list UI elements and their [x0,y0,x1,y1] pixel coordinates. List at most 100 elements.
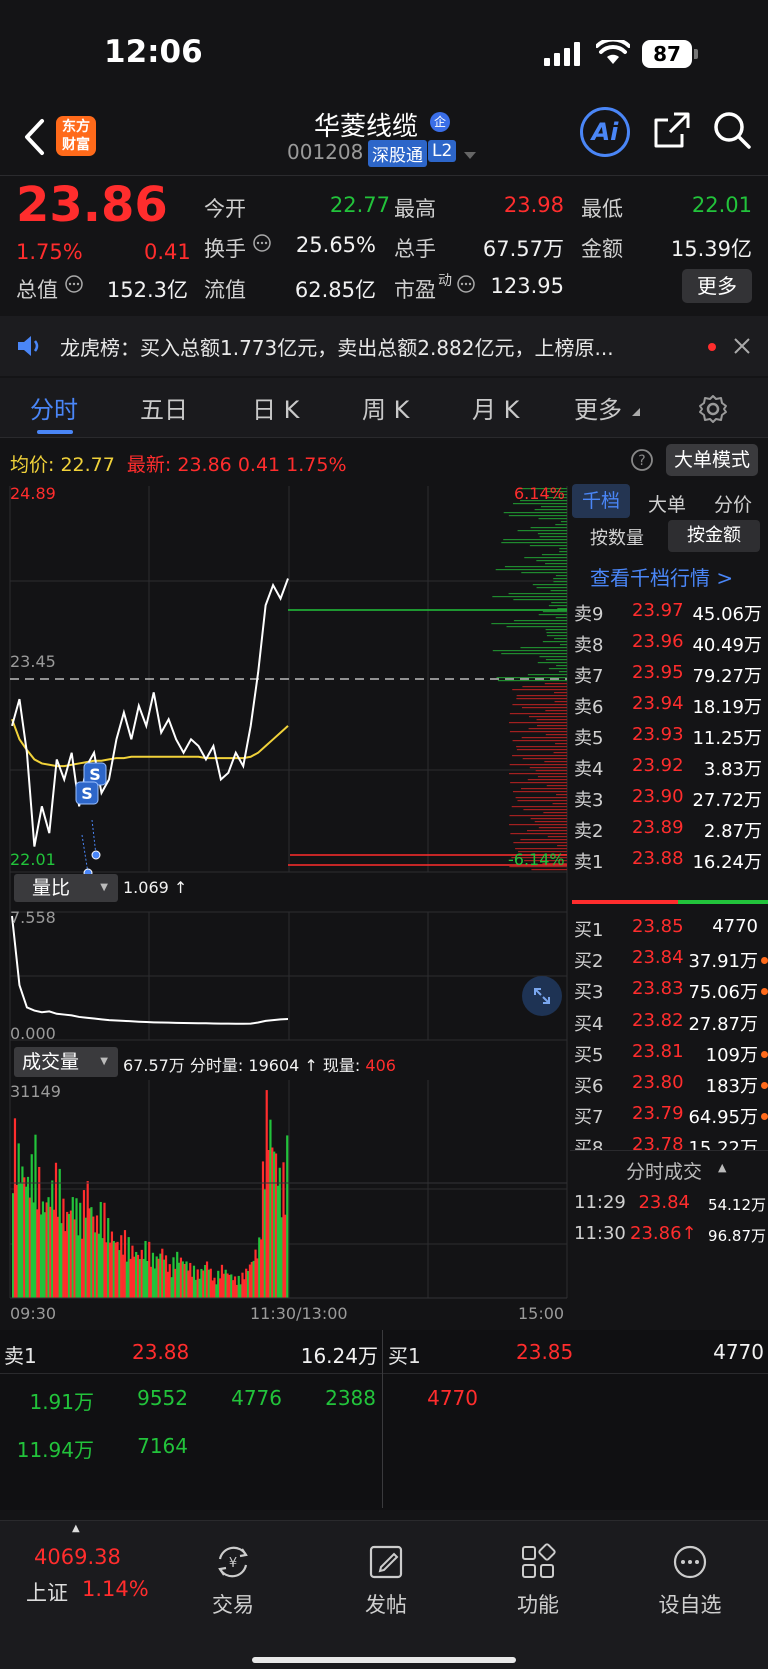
buy-level-price: 23.79 [632,1103,684,1125]
share-icon[interactable] [652,110,692,150]
buy-level-label: 买4 [574,1013,604,1035]
buy-level-label: 买7 [574,1107,604,1129]
pe-value: 123.95 [490,274,564,298]
tab-monthly-k[interactable]: 月 K [472,390,519,425]
battery-level: 87 [653,42,681,66]
search-icon[interactable] [712,110,752,150]
ratio-selector[interactable]: 量比 ▼ [14,874,118,902]
buy1-price: 23.85 [516,1340,574,1364]
depth-bar [509,713,567,715]
depth-bar [509,764,567,766]
buy-level-row[interactable]: 买3 23.83 75.06万 [572,976,768,1006]
nav-post[interactable]: 发帖 [326,1531,446,1619]
more-button[interactable]: 更多 [682,269,752,303]
depth-bar [517,800,567,802]
tab-five-day[interactable]: 五日 [140,390,188,425]
tab-daily-k[interactable]: 日 K [252,390,299,425]
depth-bar [555,524,567,526]
sell-order: 2388 [325,1386,376,1410]
buy-level-price: 23.82 [632,1009,684,1031]
back-icon[interactable] [22,118,46,156]
nav-post-label: 发帖 [365,1593,407,1617]
trade-price: 23.86↑ [630,1223,697,1244]
nav-functions-label: 功能 [517,1593,559,1617]
depth-bar [537,533,567,535]
ai-button[interactable]: Ai [580,107,630,157]
depth-bar [546,635,567,637]
buy-level-row[interactable]: 买1 23.85 4770 [572,914,768,944]
level2-tag: L2 [428,140,457,162]
price-axis-high: 24.89 [10,484,56,503]
buy-level-price: 23.85 [632,916,684,937]
avg-value: 22.77 [60,454,115,476]
depth-bar [501,542,567,544]
depth-bar [492,596,567,598]
big-order-mode-button[interactable]: 大单模式 [666,444,758,476]
volume-bar [286,1135,289,1298]
nav-trade[interactable]: ¥ 交易 [173,1531,293,1619]
sell-marker-letter: S [89,765,101,784]
connect-tag: 深股通 [368,140,427,167]
unread-dot [708,343,716,351]
buy-order: 4770 [427,1386,478,1410]
depth-bar [526,830,567,832]
high-value: 23.98 [503,193,564,217]
large-order-dot [761,1082,768,1089]
depth-bar [501,653,567,655]
depth-bar [552,803,567,805]
tab-weekly-k[interactable]: 周 K [362,390,409,425]
svg-text:¥: ¥ [229,1556,237,1571]
large-order-dot [761,957,768,965]
volume-selector[interactable]: 成交量 ▼ [14,1047,118,1077]
close-icon[interactable] [734,338,750,354]
buy-level-row[interactable]: 买4 23.82 27.87万 [572,1008,768,1038]
nav-functions[interactable]: 功能 [478,1531,598,1619]
info-icon[interactable] [64,274,84,294]
depth-bar [524,557,567,559]
depth-bar [513,842,567,844]
avg-label: 均价: [10,454,55,476]
index-widget[interactable]: ▲ 4069.38 上证 1.14% [0,1521,160,1631]
nav-add-watchlist[interactable]: 设自选 [630,1531,750,1619]
trade-marker-dot[interactable] [91,850,101,860]
expand-chart-button[interactable] [522,976,562,1016]
buy-level-row[interactable]: 买7 23.79 64.95万 [572,1101,768,1131]
depth-bar [544,683,567,685]
functions-icon [522,1543,556,1578]
sell-marker-icon[interactable]: S [75,781,99,805]
buy-level-row[interactable]: 买6 23.80 183万 [572,1070,768,1100]
info-icon[interactable] [252,233,272,253]
stock-name: 华菱线缆 [314,112,419,142]
svg-text:?: ? [638,453,645,469]
depth-bar [559,548,567,550]
buy-level-row[interactable]: 买2 23.84 37.91万 [572,945,768,975]
settings-icon[interactable] [698,394,728,424]
depth-bar [542,611,567,613]
depth-bar [538,827,567,829]
trade-row: 11:30 23.86↑ 96.87万 [572,1221,768,1251]
depth-bar [532,584,567,586]
chart-canvas[interactable]: S S [0,480,570,1330]
tab-more[interactable]: 更多 [574,390,622,425]
buy-level-row[interactable]: 买5 23.81 109万 [572,1039,768,1069]
intraday-chart[interactable]: S S 24.89 23.45 22.01 6.14% -6.14% 量比 ▼ … [0,480,570,1330]
sell-marker-letter: S [81,784,93,803]
help-icon[interactable]: ? [630,448,654,472]
depth-bar [554,638,567,640]
depth-bar [560,521,567,523]
depth-bar [516,698,567,700]
sell-order: 7164 [137,1434,188,1458]
trades-expand-icon[interactable]: ▲ [718,1161,726,1174]
volume-axis-max: 31149 [10,1082,61,1101]
news-ticker[interactable]: 龙虎榜：买入总额1.773亿元，卖出总额2.882亿元，上榜原... [0,316,768,376]
depth-bar [547,836,567,838]
buy-level-row[interactable]: 买8 23.78 15.22万 [572,1132,768,1150]
trade-time: 11:30 [574,1223,626,1244]
depth-bar [510,782,567,784]
tab-intraday[interactable]: 分时 [30,390,78,425]
trades-header: 分时成交 ▲ [570,1150,768,1186]
buy1-label: 买1 [388,1344,421,1368]
pe-label: 市盈 [394,278,436,302]
dropdown-caret-icon[interactable] [464,152,476,160]
mktcap-label: 总值 [16,278,58,302]
